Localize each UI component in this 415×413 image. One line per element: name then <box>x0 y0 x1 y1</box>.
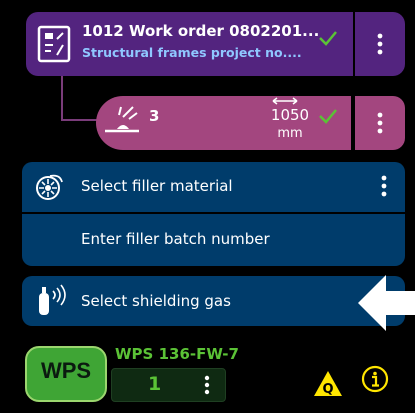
more-vert-icon <box>381 175 387 197</box>
work-order-menu-button[interactable] <box>355 12 405 76</box>
quality-badge-text: Q <box>322 382 333 397</box>
weld-icon <box>105 106 139 133</box>
more-vert-icon <box>377 112 383 134</box>
filler-batch-label: Enter filler batch number <box>81 230 270 248</box>
quality-warning-icon[interactable]: Q <box>313 370 343 397</box>
filler-menu-button[interactable] <box>372 172 396 200</box>
weld-length-unit: mm <box>277 126 303 141</box>
work-order-title: 1012 Work order 0802201... <box>82 22 320 40</box>
arrow-left-icon <box>358 275 415 331</box>
info-icon[interactable] <box>361 365 389 393</box>
more-vert-icon <box>377 33 383 55</box>
select-filler-label: Select filler material <box>81 177 233 195</box>
checkmark-icon <box>319 109 337 124</box>
more-vert-icon <box>204 375 210 395</box>
wps-name: WPS 136-FW-7 <box>115 345 239 363</box>
select-shielding-gas-label: Select shielding gas <box>81 292 231 310</box>
gas-bottle-icon <box>39 284 66 315</box>
wps-menu-button[interactable] <box>196 371 218 399</box>
weld-menu-button[interactable] <box>355 96 405 150</box>
wps-count: 1 <box>148 373 162 395</box>
weld-count: 3 <box>149 107 160 125</box>
length-arrow-icon <box>272 97 298 105</box>
wps-badge-text: WPS <box>40 358 92 383</box>
weld-length-value: 1050 <box>270 106 310 124</box>
work-order-icon <box>37 25 71 63</box>
work-order-subtitle: Structural frames project no.... <box>82 45 302 60</box>
filler-reel-icon <box>36 174 63 200</box>
checkmark-icon <box>319 31 337 46</box>
filler-divider <box>22 212 405 214</box>
